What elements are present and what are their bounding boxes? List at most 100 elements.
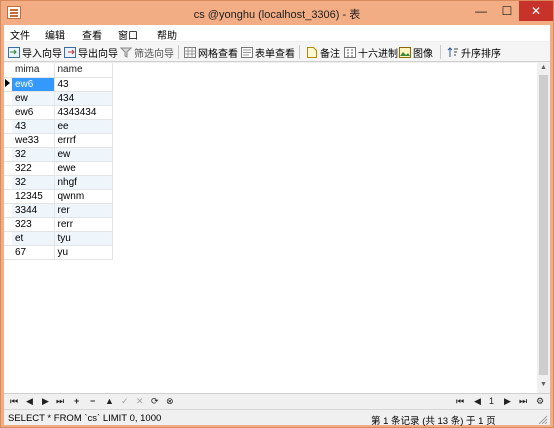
- table-row[interactable]: ew6 43: [4, 77, 113, 92]
- table-row[interactable]: 12345 qwnm: [4, 189, 113, 204]
- row-indicator[interactable]: [4, 245, 12, 260]
- cell-name[interactable]: 4343434: [54, 105, 113, 120]
- stop-icon[interactable]: ⊗: [166, 396, 174, 407]
- hex-button[interactable]: 十六进制: [344, 45, 398, 60]
- table-row[interactable]: 32 ew: [4, 147, 113, 162]
- column-header-mima[interactable]: mima: [12, 63, 55, 78]
- cell-name[interactable]: rerr: [54, 217, 113, 232]
- table-row[interactable]: 67 yu: [4, 245, 113, 260]
- status-sql: SELECT * FROM `cs` LIMIT 0, 1000: [8, 413, 162, 424]
- cell-mima[interactable]: ew6: [12, 77, 55, 92]
- row-indicator[interactable]: [4, 161, 12, 176]
- close-button[interactable]: ✕: [519, 1, 553, 21]
- sort-ascending-button[interactable]: 升序排序: [447, 45, 501, 60]
- export-wizard-button[interactable]: 导出向导: [64, 45, 118, 60]
- table-row[interactable]: 322 ewe: [4, 161, 113, 176]
- table-row[interactable]: ew6 4343434: [4, 105, 113, 120]
- menu-edit[interactable]: 编辑: [45, 27, 65, 42]
- cell-name[interactable]: ewe: [54, 161, 113, 176]
- hex-label: 十六进制: [358, 48, 398, 60]
- cell-name[interactable]: rer: [54, 203, 113, 218]
- cell-mima[interactable]: 323: [12, 217, 55, 232]
- cell-name[interactable]: yu: [54, 245, 113, 260]
- table-row[interactable]: we33 errrf: [4, 133, 113, 148]
- row-indicator[interactable]: [4, 91, 12, 106]
- cell-mima[interactable]: 32: [12, 175, 55, 190]
- add-record-icon[interactable]: +: [74, 396, 79, 406]
- menu-view[interactable]: 查看: [82, 27, 102, 42]
- minimize-button[interactable]: —: [468, 1, 494, 21]
- menu-help[interactable]: 帮助: [157, 27, 177, 42]
- row-indicator[interactable]: [4, 133, 12, 148]
- scrollbar-thumb[interactable]: [539, 75, 548, 375]
- import-icon: [8, 46, 20, 58]
- cell-mima[interactable]: 43: [12, 119, 55, 134]
- title-bar[interactable]: cs @yonghu (localhost_3306) - 表 — ☐ ✕: [1, 1, 553, 25]
- memo-button[interactable]: 备注: [306, 45, 340, 60]
- resize-grip-icon[interactable]: [536, 414, 548, 424]
- page-prev-icon[interactable]: ◀: [474, 396, 481, 407]
- move-up-icon[interactable]: ▲: [105, 396, 114, 406]
- cell-mima[interactable]: ew: [12, 91, 55, 106]
- vertical-scrollbar[interactable]: ▲ ▼: [537, 63, 550, 393]
- prev-record-icon[interactable]: ◀: [26, 396, 33, 407]
- table-row[interactable]: 3344 rer: [4, 203, 113, 218]
- cell-name[interactable]: qwnm: [54, 189, 113, 204]
- maximize-button[interactable]: ☐: [494, 1, 520, 21]
- refresh-icon[interactable]: ⟳: [151, 396, 159, 407]
- table-row[interactable]: 43 ee: [4, 119, 113, 134]
- delete-record-icon[interactable]: −: [90, 396, 95, 406]
- row-indicator[interactable]: [4, 77, 12, 92]
- last-record-icon[interactable]: ⏭: [56, 396, 64, 407]
- cell-mima[interactable]: 3344: [12, 203, 55, 218]
- table-row[interactable]: 323 rerr: [4, 217, 113, 232]
- cell-name[interactable]: errrf: [54, 133, 113, 148]
- table-row[interactable]: 32 nhgf: [4, 175, 113, 190]
- row-indicator[interactable]: [4, 119, 12, 134]
- menu-file[interactable]: 文件: [10, 27, 30, 42]
- image-button[interactable]: 图像: [399, 45, 433, 60]
- export-icon: [64, 46, 76, 58]
- cell-mima[interactable]: 67: [12, 245, 55, 260]
- row-indicator[interactable]: [4, 105, 12, 120]
- cell-mima[interactable]: 32: [12, 147, 55, 162]
- row-indicator[interactable]: [4, 175, 12, 190]
- cell-mima[interactable]: 322: [12, 161, 55, 176]
- cell-name[interactable]: 43: [54, 77, 113, 92]
- row-indicator[interactable]: [4, 203, 12, 218]
- row-indicator[interactable]: [4, 147, 12, 162]
- data-grid-area: mima name ew6 43 ew 434 ew6 4343434 43 ee we33 er…: [4, 63, 550, 393]
- cell-mima[interactable]: ew6: [12, 105, 55, 120]
- filter-wizard-button[interactable]: 筛选向导: [119, 45, 174, 60]
- scroll-down-icon[interactable]: ▼: [540, 381, 547, 388]
- page-first-icon[interactable]: ⏮: [456, 396, 464, 407]
- first-record-icon[interactable]: ⏮: [10, 396, 18, 407]
- cell-name[interactable]: 434: [54, 91, 113, 106]
- menu-window[interactable]: 窗口: [118, 27, 138, 42]
- column-header-name[interactable]: name: [54, 63, 113, 78]
- settings-icon[interactable]: ⚙: [536, 396, 544, 407]
- apply-changes-icon[interactable]: ✓: [121, 396, 129, 407]
- next-record-icon[interactable]: ▶: [42, 396, 49, 407]
- page-next-icon[interactable]: ▶: [504, 396, 511, 407]
- form-view-button[interactable]: 表单查看: [241, 45, 295, 60]
- grid-view-button[interactable]: 网格查看: [184, 45, 238, 60]
- table-row[interactable]: ew 434: [4, 91, 113, 106]
- page-last-icon[interactable]: ⏭: [519, 396, 527, 407]
- cancel-changes-icon[interactable]: ✕: [136, 396, 144, 407]
- cell-mima[interactable]: we33: [12, 133, 55, 148]
- scroll-up-icon[interactable]: ▲: [540, 64, 547, 71]
- page-number[interactable]: 1: [489, 396, 494, 406]
- row-indicator[interactable]: [4, 217, 12, 232]
- grid-icon: [184, 46, 196, 58]
- row-indicator[interactable]: [4, 231, 12, 246]
- cell-name[interactable]: ee: [54, 119, 113, 134]
- import-wizard-button[interactable]: 导入向导: [8, 45, 62, 60]
- cell-name[interactable]: nhgf: [54, 175, 113, 190]
- table-row[interactable]: et tyu: [4, 231, 113, 246]
- cell-mima[interactable]: et: [12, 231, 55, 246]
- cell-name[interactable]: tyu: [54, 231, 113, 246]
- cell-name[interactable]: ew: [54, 147, 113, 162]
- cell-mima[interactable]: 12345: [12, 189, 55, 204]
- row-indicator[interactable]: [4, 189, 12, 204]
